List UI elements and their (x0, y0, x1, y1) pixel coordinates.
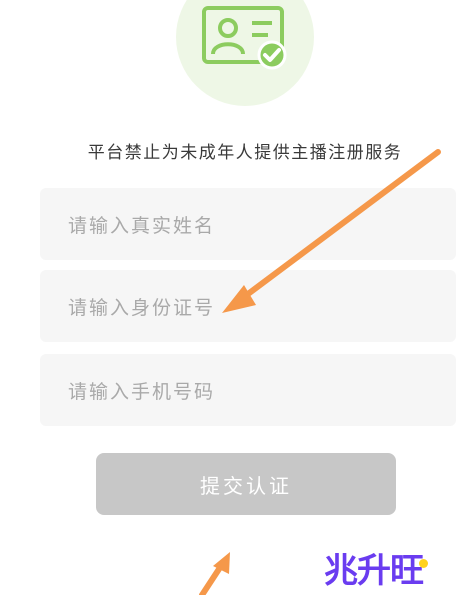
minor-restriction-notice: 平台禁止为未成年人提供主播注册服务 (87, 143, 403, 163)
real-name-placeholder: 请输入真实姓名 (68, 214, 216, 237)
annotation-arrowhead-submit (213, 552, 230, 574)
annotation-arrow-to-submit (199, 563, 224, 595)
id-number-placeholder: 请输入身份证号 (68, 296, 216, 319)
real-name-input[interactable]: 请输入真实姓名 (40, 188, 456, 260)
submit-verification-button[interactable]: 提交认证 (96, 453, 396, 515)
id-card-verified-icon (202, 6, 287, 70)
watermark-logo-dot (419, 559, 428, 568)
phone-number-placeholder: 请输入手机号码 (68, 380, 216, 403)
watermark-logo: 兆升旺 (324, 551, 424, 591)
phone-number-input[interactable]: 请输入手机号码 (40, 354, 456, 426)
id-number-input[interactable]: 请输入身份证号 (40, 270, 456, 342)
